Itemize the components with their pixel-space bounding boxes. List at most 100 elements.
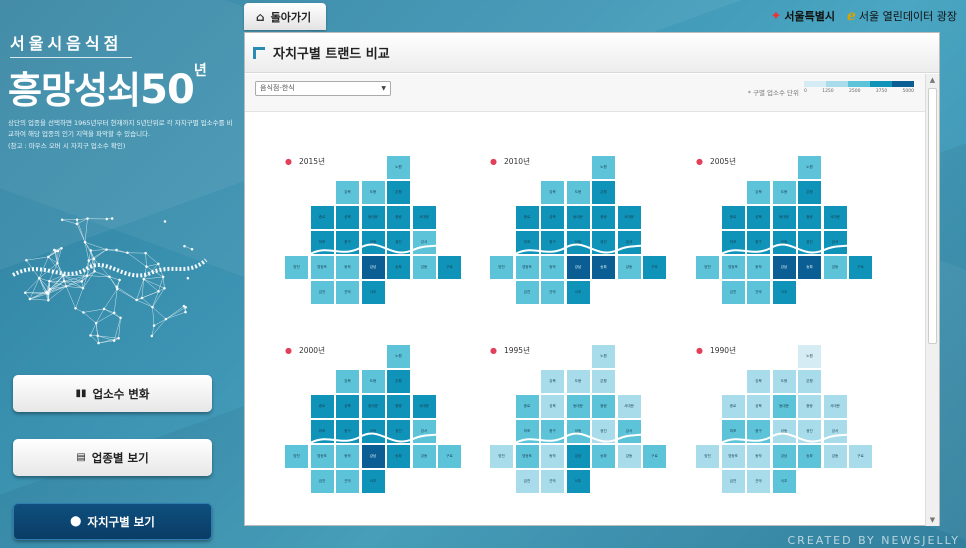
district-cell[interactable]: 서초 bbox=[566, 470, 590, 493]
district-cell[interactable]: 도봉 bbox=[361, 181, 385, 204]
district-cell[interactable]: 강북 bbox=[747, 370, 770, 393]
district-cell[interactable]: 양천 bbox=[285, 445, 308, 468]
district-cell[interactable]: 금천 bbox=[515, 281, 539, 304]
district-cell[interactable]: 송파 bbox=[592, 256, 615, 279]
district-cell[interactable]: 도봉 bbox=[566, 181, 590, 204]
district-cell[interactable]: 관악 bbox=[541, 281, 564, 304]
district-cell[interactable]: 강남 bbox=[361, 256, 385, 279]
district-cell[interactable]: 영등포 bbox=[515, 445, 539, 468]
district-cell[interactable]: 서대문 bbox=[823, 395, 847, 418]
district-cell[interactable]: 동대문 bbox=[361, 395, 385, 418]
district-cell[interactable]: 종로 bbox=[515, 395, 539, 418]
scroll-thumb[interactable] bbox=[928, 88, 937, 344]
district-cell[interactable]: 동대문 bbox=[566, 395, 590, 418]
district-cell[interactable]: 양천 bbox=[696, 256, 719, 279]
district-cell[interactable]: 동대문 bbox=[566, 206, 590, 229]
district-cell[interactable]: 강동 bbox=[412, 445, 436, 468]
category-select[interactable]: 음식점-한식 ▼ bbox=[255, 81, 391, 96]
district-cell[interactable]: 영등포 bbox=[721, 256, 745, 279]
scroll-up-icon[interactable]: ▲ bbox=[926, 74, 939, 86]
district-cell[interactable]: 강북 bbox=[747, 181, 770, 204]
district-cell[interactable]: 강서 bbox=[412, 231, 436, 254]
district-cell[interactable]: 은평 bbox=[592, 370, 615, 393]
district-cell[interactable]: 동작 bbox=[336, 445, 359, 468]
district-cell[interactable]: 마포 bbox=[721, 231, 745, 254]
district-cell[interactable]: 서대문 bbox=[617, 395, 641, 418]
district-cell[interactable]: 성북 bbox=[336, 206, 359, 229]
district-cell[interactable]: 종로 bbox=[310, 206, 334, 229]
district-cell[interactable]: 마포 bbox=[310, 231, 334, 254]
district-cell[interactable]: 노원 bbox=[592, 156, 615, 179]
district-cell[interactable]: 성북 bbox=[747, 206, 770, 229]
district-cell[interactable]: 동대문 bbox=[361, 206, 385, 229]
district-cell[interactable]: 마포 bbox=[310, 420, 334, 443]
district-cell[interactable]: 은평 bbox=[387, 370, 410, 393]
district-cell[interactable]: 도봉 bbox=[361, 370, 385, 393]
district-cell[interactable]: 성동 bbox=[361, 420, 385, 443]
district-cell[interactable]: 강동 bbox=[823, 256, 847, 279]
district-cell[interactable]: 광진 bbox=[798, 420, 821, 443]
district-cell[interactable]: 관악 bbox=[336, 281, 359, 304]
district-cell[interactable]: 강서 bbox=[823, 231, 847, 254]
district-cell[interactable]: 송파 bbox=[387, 445, 410, 468]
district-cell[interactable]: 중랑 bbox=[798, 206, 821, 229]
district-cell[interactable]: 성동 bbox=[361, 231, 385, 254]
district-cell[interactable]: 강남 bbox=[361, 445, 385, 468]
district-cell[interactable]: 광진 bbox=[387, 420, 410, 443]
district-cell[interactable]: 노원 bbox=[387, 345, 410, 368]
district-cell[interactable]: 광진 bbox=[592, 420, 615, 443]
district-cell[interactable]: 서대문 bbox=[823, 206, 847, 229]
district-cell[interactable]: 구로 bbox=[849, 256, 872, 279]
district-cell[interactable]: 중랑 bbox=[387, 206, 410, 229]
district-cell[interactable]: 양천 bbox=[490, 445, 513, 468]
district-cell[interactable]: 금천 bbox=[721, 470, 745, 493]
district-cell[interactable]: 마포 bbox=[721, 420, 745, 443]
district-cell[interactable]: 강동 bbox=[617, 445, 641, 468]
district-cell[interactable]: 동작 bbox=[747, 445, 770, 468]
view-by-business-type-button[interactable]: ▤ 업종별 보기 bbox=[13, 439, 212, 476]
district-cell[interactable]: 광진 bbox=[387, 231, 410, 254]
district-cell[interactable]: 은평 bbox=[387, 181, 410, 204]
district-cell[interactable]: 성북 bbox=[747, 395, 770, 418]
district-cell[interactable]: 구로 bbox=[643, 445, 666, 468]
district-cell[interactable]: 관악 bbox=[747, 281, 770, 304]
district-cell[interactable]: 금천 bbox=[721, 281, 745, 304]
district-cell[interactable]: 관악 bbox=[747, 470, 770, 493]
district-cell[interactable]: 강서 bbox=[823, 420, 847, 443]
vertical-scrollbar[interactable]: ▲ ▼ bbox=[925, 74, 939, 526]
district-cell[interactable]: 강서 bbox=[617, 231, 641, 254]
scroll-down-icon[interactable]: ▼ bbox=[926, 514, 939, 526]
district-cell[interactable]: 강북 bbox=[336, 181, 359, 204]
district-cell[interactable]: 중구 bbox=[747, 231, 770, 254]
district-cell[interactable]: 은평 bbox=[798, 181, 821, 204]
district-cell[interactable]: 서대문 bbox=[412, 206, 436, 229]
district-cell[interactable]: 서초 bbox=[772, 470, 796, 493]
district-cell[interactable]: 영등포 bbox=[515, 256, 539, 279]
district-cell[interactable]: 영등포 bbox=[310, 256, 334, 279]
district-cell[interactable]: 노원 bbox=[387, 156, 410, 179]
district-cell[interactable]: 은평 bbox=[592, 181, 615, 204]
district-cell[interactable]: 마포 bbox=[515, 420, 539, 443]
seoul-logo[interactable]: ✦ 서울특별시 bbox=[770, 8, 835, 24]
back-button[interactable]: ⌂ 돌아가기 bbox=[244, 3, 326, 30]
district-cell[interactable]: 노원 bbox=[798, 345, 821, 368]
district-cell[interactable]: 동대문 bbox=[772, 206, 796, 229]
district-cell[interactable]: 성북 bbox=[541, 206, 564, 229]
view-by-district-button[interactable]: ⬤ 자치구별 보기 bbox=[13, 503, 212, 540]
district-cell[interactable]: 구로 bbox=[438, 256, 461, 279]
district-cell[interactable]: 강남 bbox=[566, 445, 590, 468]
district-cell[interactable]: 노원 bbox=[592, 345, 615, 368]
district-cell[interactable]: 강남 bbox=[772, 445, 796, 468]
district-cell[interactable]: 동대문 bbox=[772, 395, 796, 418]
district-cell[interactable]: 성동 bbox=[772, 420, 796, 443]
district-cell[interactable]: 중랑 bbox=[592, 395, 615, 418]
district-cell[interactable]: 강동 bbox=[823, 445, 847, 468]
district-cell[interactable]: 영등포 bbox=[721, 445, 745, 468]
district-cell[interactable]: 관악 bbox=[336, 470, 359, 493]
district-cell[interactable]: 강남 bbox=[566, 256, 590, 279]
district-cell[interactable]: 중랑 bbox=[592, 206, 615, 229]
district-cell[interactable]: 송파 bbox=[798, 256, 821, 279]
district-cell[interactable]: 강서 bbox=[617, 420, 641, 443]
district-cell[interactable]: 동작 bbox=[336, 256, 359, 279]
district-cell[interactable]: 강서 bbox=[412, 420, 436, 443]
